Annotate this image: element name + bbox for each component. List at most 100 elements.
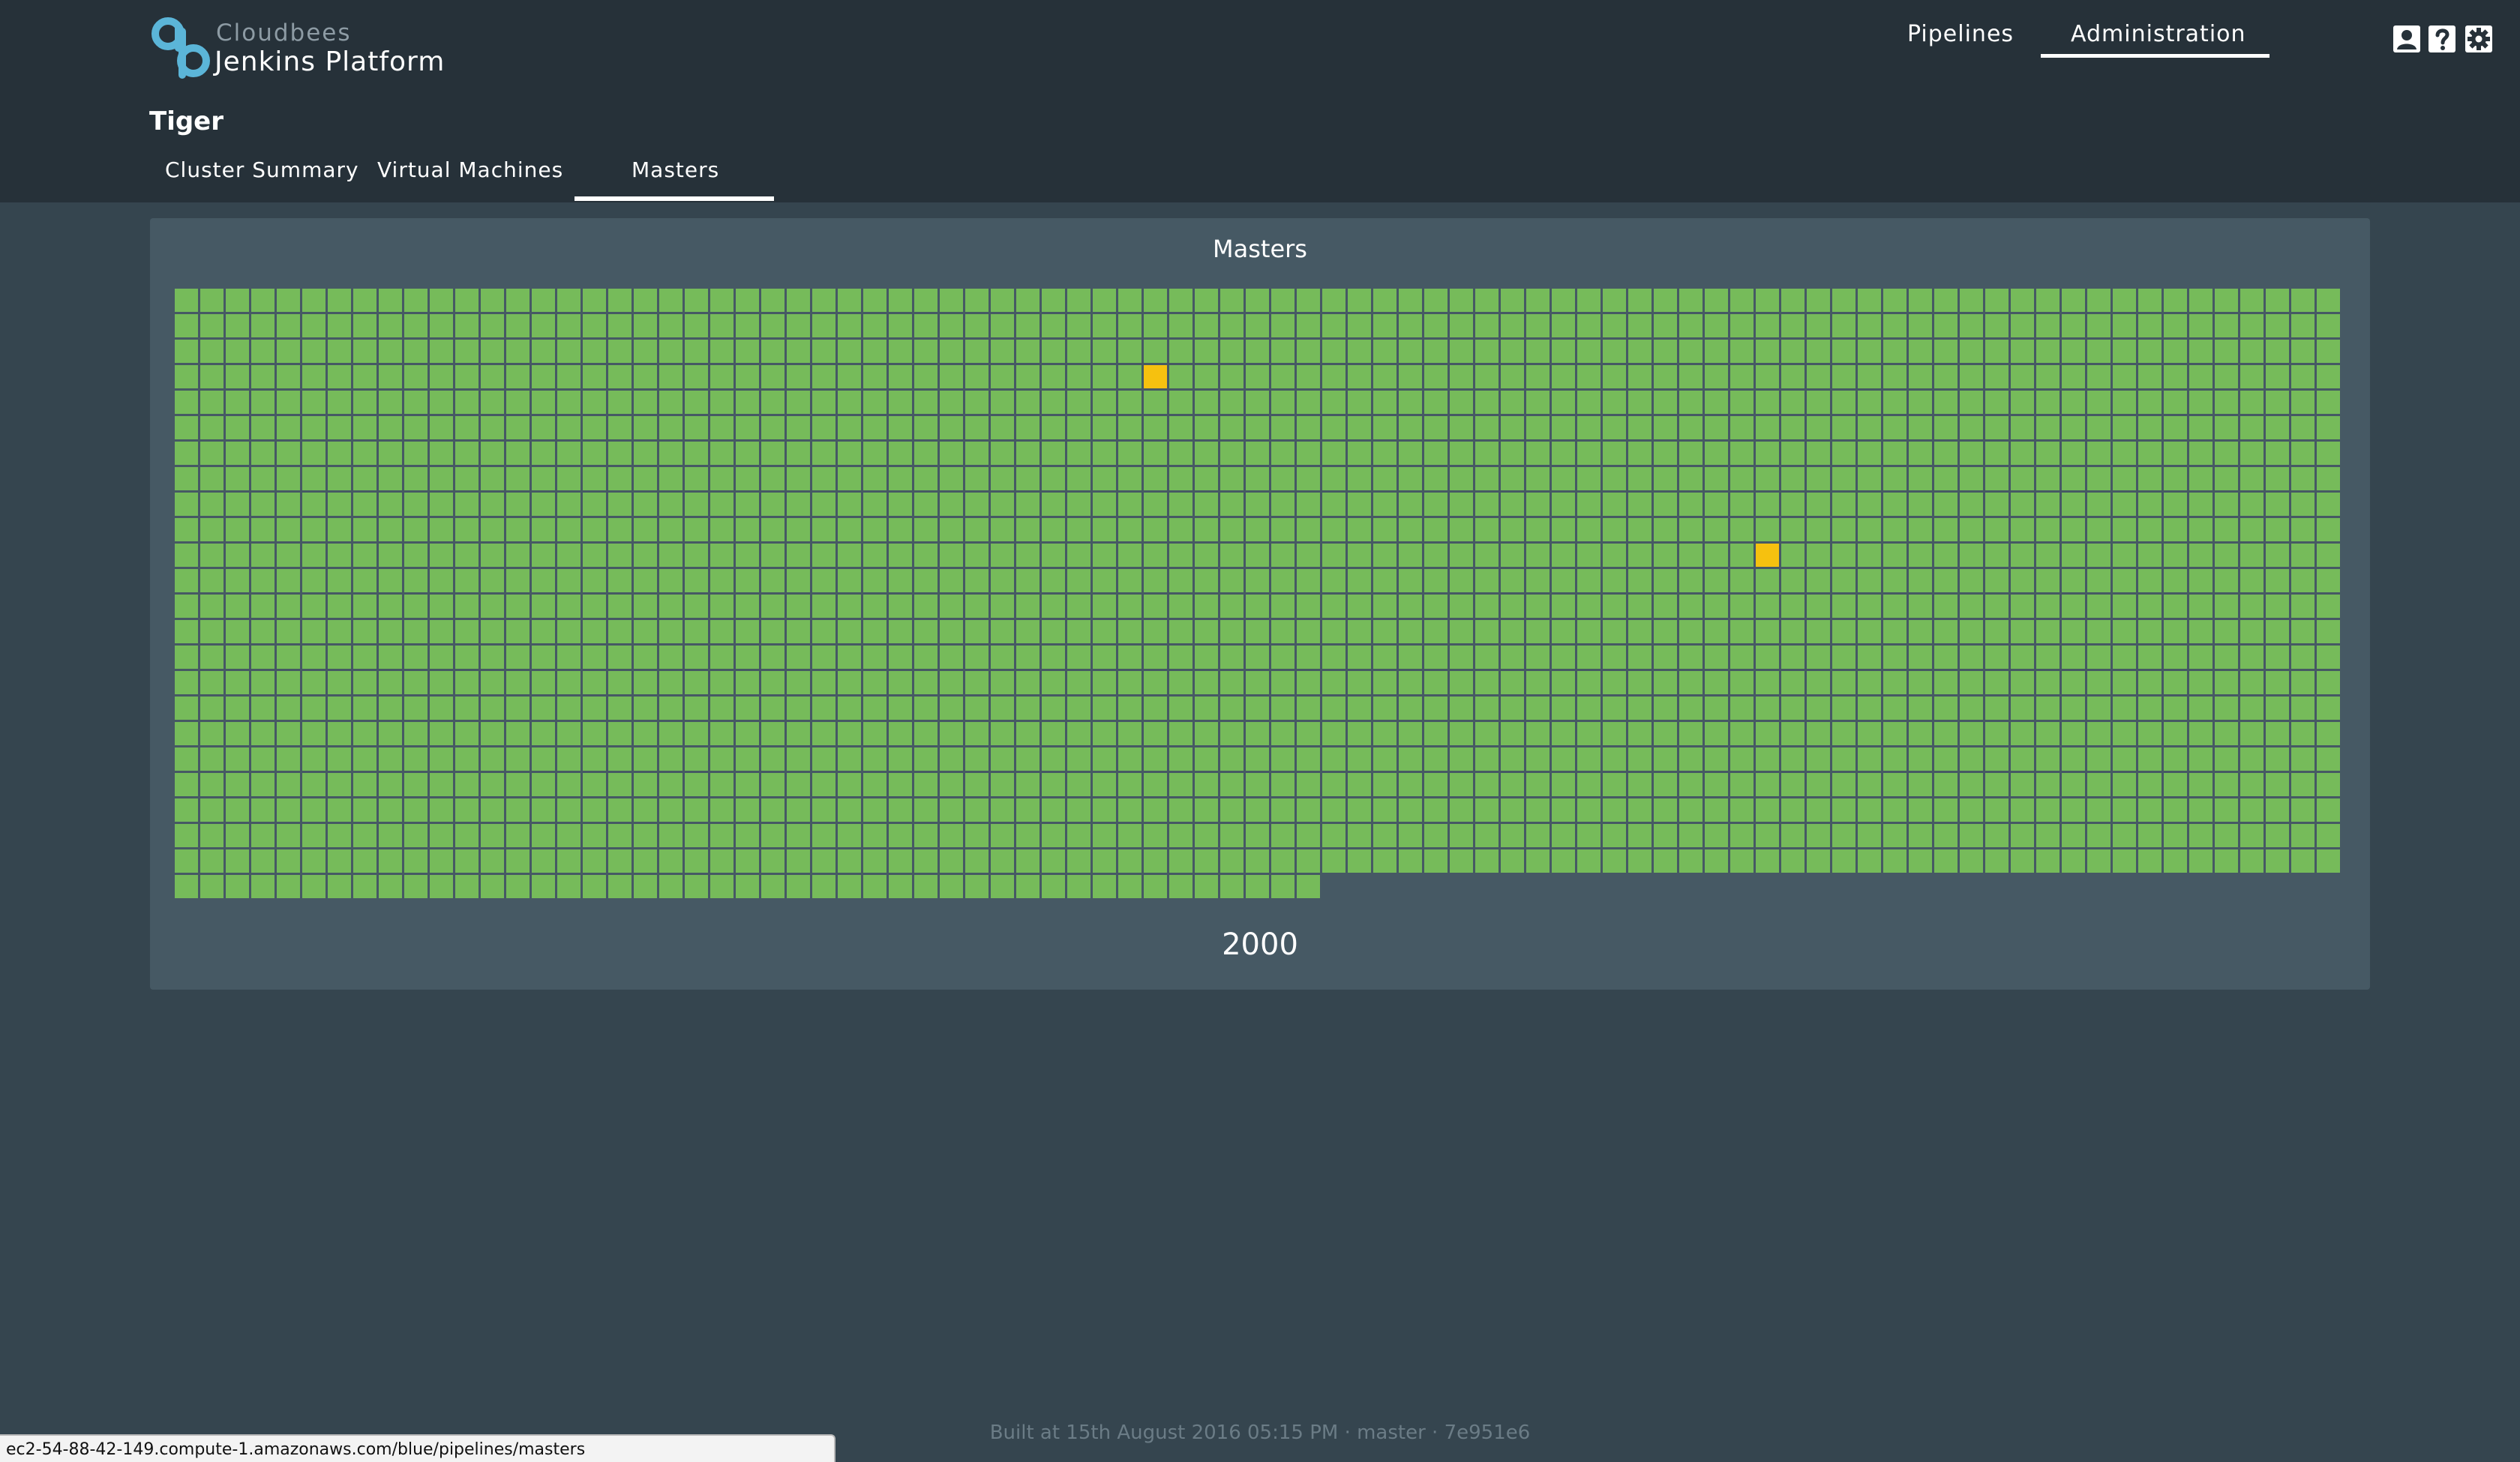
master-cell[interactable] xyxy=(1985,442,2008,465)
master-cell[interactable] xyxy=(1934,365,1958,388)
master-cell[interactable] xyxy=(1756,849,1779,873)
master-cell[interactable] xyxy=(506,824,530,847)
master-cell[interactable] xyxy=(634,365,657,388)
master-cell[interactable] xyxy=(1552,340,1575,363)
master-cell[interactable] xyxy=(1348,289,1371,312)
master-cell[interactable] xyxy=(812,289,836,312)
master-cell[interactable] xyxy=(940,773,963,796)
master-cell[interactable] xyxy=(991,467,1014,490)
master-cell[interactable] xyxy=(1985,824,2008,847)
master-cell[interactable] xyxy=(1475,391,1498,414)
master-cell[interactable] xyxy=(1603,722,1626,745)
master-cell[interactable] xyxy=(1705,646,1728,669)
master-cell[interactable] xyxy=(863,365,886,388)
master-cell[interactable] xyxy=(1858,467,1881,490)
master-cell[interactable] xyxy=(2291,773,2314,796)
master-cell[interactable] xyxy=(787,544,810,567)
master-cell[interactable] xyxy=(353,314,376,337)
master-cell[interactable] xyxy=(1399,671,1422,694)
tab-cluster-summary[interactable]: Cluster Summary xyxy=(165,157,359,182)
master-cell[interactable] xyxy=(2062,416,2085,439)
master-cell[interactable] xyxy=(430,671,453,694)
master-cell[interactable] xyxy=(2138,467,2162,490)
master-cell[interactable] xyxy=(1169,671,1192,694)
master-cell[interactable] xyxy=(2189,340,2212,363)
master-cell[interactable] xyxy=(1016,569,1040,592)
master-cell[interactable] xyxy=(200,442,224,465)
master-cell[interactable] xyxy=(404,646,428,669)
master-cell[interactable] xyxy=(1909,824,1932,847)
master-cell[interactable] xyxy=(1399,518,1422,541)
master-cell[interactable] xyxy=(353,467,376,490)
master-cell[interactable] xyxy=(1603,467,1626,490)
master-cell[interactable] xyxy=(1144,722,1167,745)
master-cell[interactable] xyxy=(1297,365,1320,388)
master-cell[interactable] xyxy=(1016,289,1040,312)
master-cell[interactable] xyxy=(761,620,784,643)
master-cell[interactable] xyxy=(583,518,606,541)
master-cell[interactable] xyxy=(710,773,734,796)
master-cell[interactable] xyxy=(1399,467,1422,490)
master-cell[interactable] xyxy=(940,340,963,363)
master-cell[interactable] xyxy=(1093,646,1116,669)
master-cell[interactable] xyxy=(226,595,249,618)
master-cell[interactable] xyxy=(1934,416,1958,439)
master-cell[interactable] xyxy=(1297,646,1320,669)
master-cell[interactable] xyxy=(787,391,810,414)
master-cell[interactable] xyxy=(175,416,198,439)
master-cell[interactable] xyxy=(761,722,784,745)
master-cell[interactable] xyxy=(1960,595,1983,618)
master-cell[interactable] xyxy=(1169,595,1192,618)
master-cell[interactable] xyxy=(608,798,632,822)
master-cell[interactable] xyxy=(991,289,1014,312)
master-cell[interactable] xyxy=(914,798,938,822)
master-cell[interactable] xyxy=(1169,697,1192,720)
master-cell[interactable] xyxy=(812,493,836,516)
master-cell[interactable] xyxy=(838,747,861,771)
master-cell[interactable] xyxy=(1144,391,1167,414)
master-cell[interactable] xyxy=(1730,518,1754,541)
master-cell[interactable] xyxy=(557,595,580,618)
master-cell[interactable] xyxy=(2036,365,2060,388)
master-cell[interactable] xyxy=(761,493,784,516)
master-cell[interactable] xyxy=(1195,493,1218,516)
master-cell[interactable] xyxy=(2317,824,2340,847)
master-cell[interactable] xyxy=(2036,747,2060,771)
master-cell[interactable] xyxy=(430,544,453,567)
master-cell[interactable] xyxy=(1220,340,1244,363)
master-cell[interactable] xyxy=(1322,391,1346,414)
master-cell[interactable] xyxy=(2011,798,2034,822)
master-cell[interactable] xyxy=(1756,620,1779,643)
master-cell[interactable] xyxy=(557,747,580,771)
master-cell[interactable] xyxy=(863,416,886,439)
master-cell[interactable] xyxy=(1297,722,1320,745)
master-cell[interactable] xyxy=(1144,416,1167,439)
master-cell[interactable] xyxy=(1832,849,1856,873)
master-cell[interactable] xyxy=(277,722,300,745)
master-cell[interactable] xyxy=(710,365,734,388)
master-cell[interactable] xyxy=(1067,467,1090,490)
master-cell[interactable] xyxy=(1195,773,1218,796)
master-cell[interactable] xyxy=(277,697,300,720)
master-cell[interactable] xyxy=(1195,824,1218,847)
master-cell[interactable] xyxy=(1858,849,1881,873)
master-cell[interactable] xyxy=(1297,569,1320,592)
master-cell[interactable] xyxy=(1093,569,1116,592)
master-cell[interactable] xyxy=(965,340,988,363)
master-cell[interactable] xyxy=(1654,442,1677,465)
master-cell[interactable] xyxy=(1909,646,1932,669)
master-cell[interactable] xyxy=(1093,391,1116,414)
master-cell[interactable] xyxy=(1781,569,1804,592)
master-cell[interactable] xyxy=(200,697,224,720)
master-cell[interactable] xyxy=(2062,595,2085,618)
master-cell[interactable] xyxy=(1399,697,1422,720)
master-cell[interactable] xyxy=(1118,518,1142,541)
master-cell-warning[interactable] xyxy=(1756,544,1779,567)
master-cell[interactable] xyxy=(200,671,224,694)
master-cell[interactable] xyxy=(1322,289,1346,312)
master-cell[interactable] xyxy=(1067,314,1090,337)
master-cell[interactable] xyxy=(1246,391,1269,414)
master-cell[interactable] xyxy=(353,671,376,694)
master-cell[interactable] xyxy=(2087,493,2110,516)
master-cell[interactable] xyxy=(2062,365,2085,388)
